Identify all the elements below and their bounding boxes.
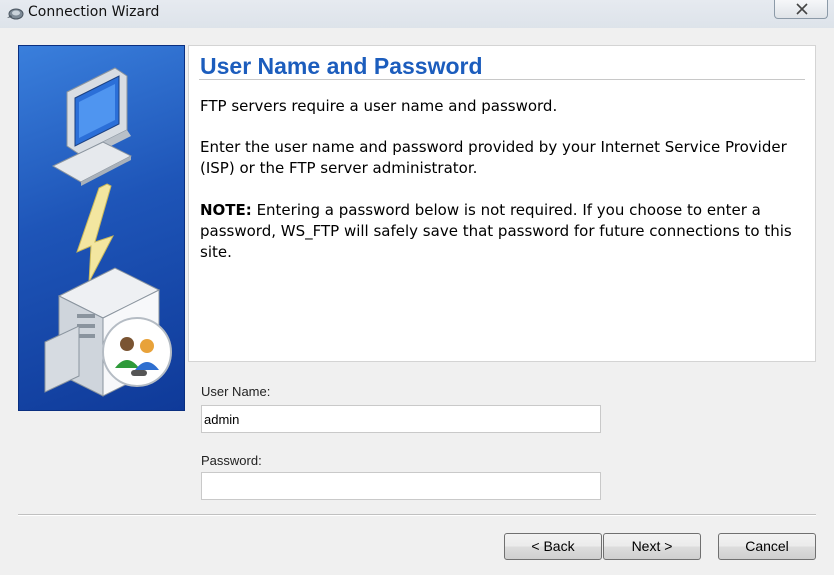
next-button[interactable]: Next >: [603, 533, 701, 560]
intro-paragraph: FTP servers require a user name and pass…: [200, 97, 558, 115]
instructions-paragraph: Enter the user name and password provide…: [200, 138, 787, 177]
content-panel: User Name and Password FTP servers requi…: [188, 45, 816, 362]
ftp-app-icon: [7, 8, 24, 20]
username-field[interactable]: [201, 405, 601, 433]
note-paragraph: NOTE: Entering a password below is not r…: [200, 200, 800, 263]
note-label: NOTE:: [200, 201, 252, 219]
username-label: User Name:: [201, 384, 271, 399]
side-illustration: [44, 67, 172, 397]
window-title: Connection Wizard: [28, 4, 160, 20]
heading-divider: [199, 79, 805, 80]
password-field[interactable]: [201, 472, 601, 500]
close-button[interactable]: [774, 0, 828, 19]
close-icon: [796, 3, 808, 15]
client-computer-icon: [51, 67, 133, 186]
lightning-bolt-icon: [76, 183, 115, 283]
button-divider: [18, 514, 816, 516]
users-key-icon: [102, 317, 172, 387]
wizard-body: User Name and Password FTP servers requi…: [0, 28, 834, 575]
password-label: Password:: [201, 453, 262, 468]
wizard-side-graphic: [18, 45, 185, 411]
note-text: Entering a password below is not require…: [200, 201, 792, 261]
page-heading: User Name and Password: [200, 53, 483, 79]
back-button[interactable]: < Back: [504, 533, 602, 560]
title-bar: Connection Wizard: [0, 0, 834, 28]
cancel-button[interactable]: Cancel: [718, 533, 816, 560]
